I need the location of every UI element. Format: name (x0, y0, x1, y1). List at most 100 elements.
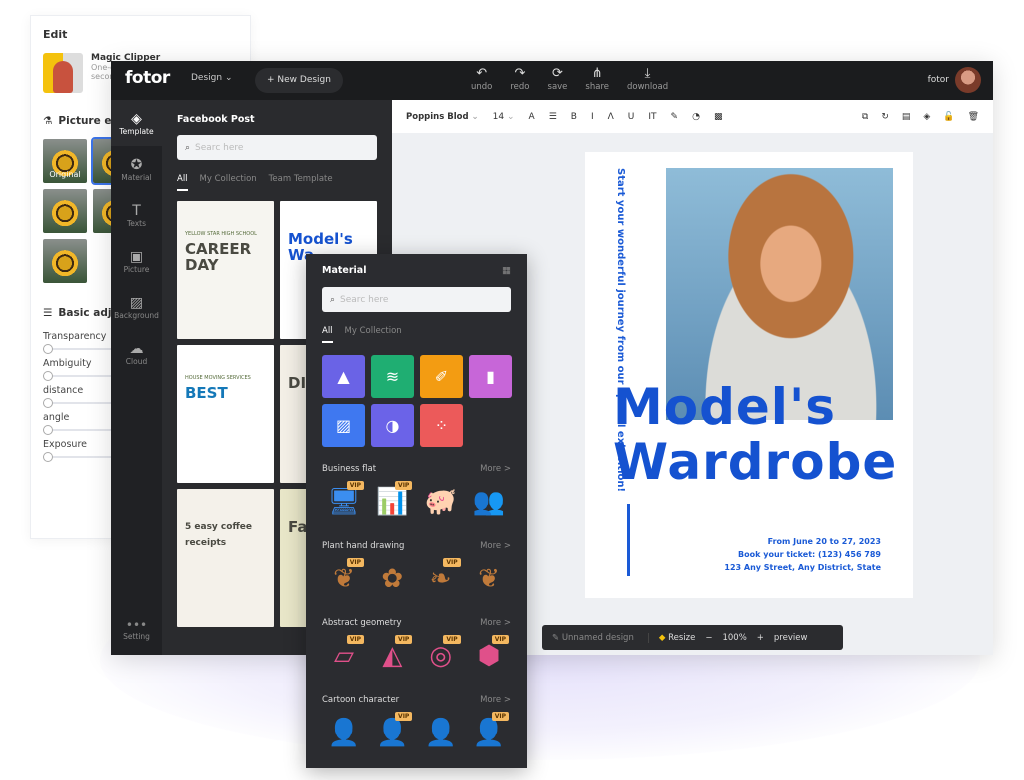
zoom-in-button[interactable]: + (757, 633, 764, 643)
material-tile[interactable]: ▨ (322, 404, 365, 447)
design-canvas[interactable]: Start your wonderful journey from our sp… (585, 152, 913, 598)
diamond-icon: ◆ (658, 632, 666, 643)
material-item[interactable]: ◭ VIP (370, 634, 414, 678)
toolbar-right-tool[interactable]: 🔓 (943, 112, 954, 122)
poster-title[interactable]: Model's Wardrobe (613, 380, 897, 490)
tab-my-collection[interactable]: My Collection (345, 326, 402, 343)
template-card[interactable]: YELLOW STAR HIGH SCHOOL CAREER DAY (177, 201, 274, 339)
toolbar-tool[interactable]: I (591, 112, 594, 122)
tab-team-template[interactable]: Team Template (269, 174, 333, 191)
material-item[interactable]: 🖥 VIP (322, 480, 366, 524)
rail-item-material[interactable]: ✪ Material (111, 146, 162, 192)
material-item[interactable]: ❦ (467, 557, 511, 601)
setting-button[interactable]: ••• Setting (111, 618, 162, 641)
toolbar-tool[interactable]: ◔ (692, 112, 700, 122)
toolbar-tool[interactable]: Ʌ (608, 112, 614, 122)
slider-handle[interactable] (43, 344, 53, 354)
slider-handle[interactable] (43, 371, 53, 381)
grid-icon[interactable]: ▦ (502, 265, 511, 276)
more-link[interactable]: More > (480, 695, 511, 705)
template-search-input[interactable]: ⌕ Searc here (177, 135, 377, 160)
more-link[interactable]: More > (480, 541, 511, 551)
redo-button[interactable]: ↷ redo (510, 66, 529, 92)
toolbar-tool[interactable]: IT (648, 112, 656, 122)
material-item[interactable]: ❦ VIP (322, 557, 366, 601)
material-tile[interactable]: ✐ (420, 355, 463, 398)
vip-badge: VIP (395, 712, 413, 721)
toolbar-tool[interactable]: B (571, 112, 577, 122)
effect-label: Original (49, 170, 81, 179)
slider-handle[interactable] (43, 425, 53, 435)
category-items: 🖥 VIP 📊 VIP 🐖 👥 (322, 480, 511, 524)
share-button[interactable]: ⋔ share (585, 66, 609, 92)
material-item[interactable]: 👥 (467, 480, 511, 524)
material-item[interactable]: 👤 (322, 711, 366, 755)
tab-all[interactable]: All (322, 326, 333, 343)
design-menu[interactable]: Design ⌄ (191, 73, 232, 83)
material-tile[interactable]: ⁘ (420, 404, 463, 447)
poster-info[interactable]: From June 20 to 27, 2023 Book your ticket… (724, 535, 881, 574)
fotor-logo[interactable]: fotor (125, 68, 170, 88)
material-item[interactable]: 📊 VIP (370, 480, 414, 524)
resize-button[interactable]: ◆ Resize (659, 633, 696, 643)
rail-item-template[interactable]: ◈ Template (111, 100, 162, 146)
category-items: ❦ VIP ✿ ❧ VIP ❦ (322, 557, 511, 601)
more-link[interactable]: More > (480, 464, 511, 474)
toolbar-tool[interactable]: A (529, 112, 535, 122)
material-item[interactable]: ▱ VIP (322, 634, 366, 678)
toolbar-right-tool[interactable]: ▤ (902, 112, 911, 122)
vip-badge: VIP (346, 635, 364, 644)
rail-item-background[interactable]: ▨ Background (111, 284, 162, 330)
design-name-input[interactable]: ✎ Unnamed design (552, 632, 649, 643)
user-menu[interactable]: fotor (928, 67, 981, 93)
toolbar-tool[interactable]: ☰ (549, 112, 557, 122)
rail-item-texts[interactable]: T Texts (111, 192, 162, 238)
new-design-button[interactable]: + New Design (255, 68, 343, 93)
zoom-out-button[interactable]: − (705, 633, 712, 643)
save-button[interactable]: ⟳ save (548, 66, 568, 92)
rail-item-cloud[interactable]: ☁ Cloud (111, 330, 162, 376)
toolbar-right-tool[interactable]: ◈ (923, 112, 930, 122)
material-tile[interactable]: ≋ (371, 355, 414, 398)
toolbar-tool[interactable]: ✎ (671, 112, 679, 122)
material-tile[interactable]: ◑ (371, 404, 414, 447)
material-item[interactable]: 🐖 (419, 480, 463, 524)
tab-all[interactable]: All (177, 174, 188, 191)
more-link[interactable]: More > (480, 618, 511, 628)
category-items: 👤 👤 VIP 👤 👤 VIP (322, 711, 511, 755)
material-item[interactable]: ⬢ VIP (467, 634, 511, 678)
material-item[interactable]: 👤 VIP (370, 711, 414, 755)
undo-button[interactable]: ↶ undo (471, 66, 492, 92)
material-item[interactable]: ✿ (370, 557, 414, 601)
template-card[interactable]: HOUSE MOVING SERVICES BEST (177, 345, 274, 483)
effect-thumbnail[interactable] (43, 239, 87, 283)
material-item[interactable]: 👤 VIP (467, 711, 511, 755)
toolbar-tool[interactable]: U (628, 112, 635, 122)
material-tile[interactable]: ▮ (469, 355, 512, 398)
item-graphic: 👤 (376, 718, 409, 748)
material-tile[interactable]: ▲ (322, 355, 365, 398)
left-rail: ◈ Template ✪ Material T Texts ▣ Picture ▨ Backgro… (111, 100, 162, 655)
template-card[interactable]: 5 easy coffee receipts (177, 489, 274, 627)
info-line: Book your ticket: (123) 456 789 (738, 550, 881, 559)
toolbar-tool[interactable]: ▩ (714, 112, 723, 122)
toolbar-right-tool[interactable]: 🗑 (968, 112, 979, 122)
slider-handle[interactable] (43, 398, 53, 408)
material-item[interactable]: 👤 (419, 711, 463, 755)
material-item[interactable]: ❧ VIP (419, 557, 463, 601)
tab-my-collection[interactable]: My Collection (200, 174, 257, 191)
toolbar-right-tool[interactable]: ↻ (881, 112, 889, 122)
material-search-input[interactable]: ⌕ Searc here (322, 287, 511, 312)
effect-thumbnail[interactable] (43, 189, 87, 233)
rail-item-picture[interactable]: ▣ Picture (111, 238, 162, 284)
font-select[interactable]: Poppins Blod ⌄ (406, 112, 479, 122)
material-item[interactable]: ◎ VIP (419, 634, 463, 678)
material-panel: Material ▦ ⌕ Searc here All My Collection ▲… (306, 254, 527, 768)
font-size-select[interactable]: 14 ⌄ (493, 112, 515, 122)
toolbar-right-tool[interactable]: ⧉ (862, 112, 868, 122)
category-header: Plant hand drawing More > (322, 541, 511, 551)
preview-button[interactable]: preview (774, 633, 808, 643)
effect-thumbnail[interactable]: Original (43, 139, 87, 183)
download-button[interactable]: ⤓ download (627, 66, 668, 92)
slider-handle[interactable] (43, 452, 53, 462)
